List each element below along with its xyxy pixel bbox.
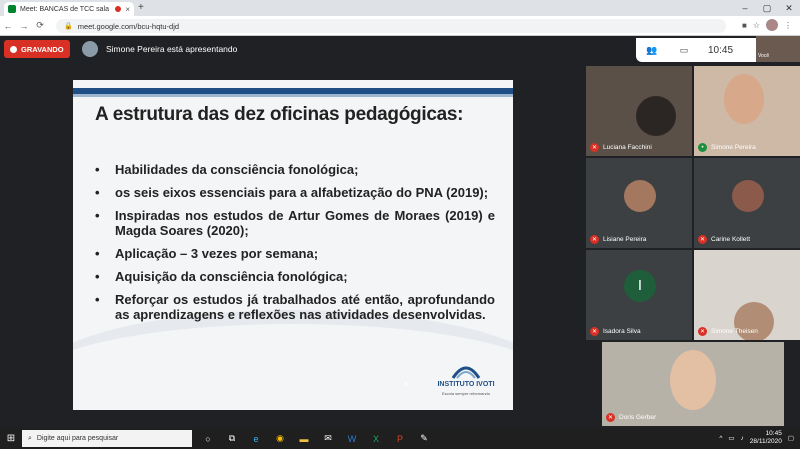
- reload-icon[interactable]: ⟳: [32, 20, 48, 31]
- meet-header: GRAVANDO Simone Pereira está apresentand…: [0, 36, 800, 64]
- participant-tile[interactable]: ✕ Simone Theisen: [694, 250, 800, 340]
- cortana-icon[interactable]: ○: [198, 431, 218, 446]
- meeting-clock: 10:45: [708, 44, 734, 56]
- camera-icon[interactable]: ■: [742, 21, 747, 30]
- address-bar[interactable]: 🔒 meet.google.com/bcu-hqtu-djd: [56, 19, 726, 33]
- slide-bullet: • Aquisição da consciência fonológica;: [95, 269, 348, 284]
- participant-grid: ✕ Luciana Facchini • Simone Pereira ✕ Lisia…: [586, 64, 800, 428]
- window-close-button[interactable]: ✕: [778, 0, 800, 16]
- menu-icon[interactable]: ⋮: [784, 21, 792, 30]
- participant-initial: I: [624, 270, 656, 302]
- lock-icon: 🔒: [64, 23, 73, 30]
- browser-toolbar: ← → ⟳ 🔒 meet.google.com/bcu-hqtu-djd ■ ☆…: [0, 16, 800, 36]
- presenter-avatar: [82, 41, 98, 57]
- participant-name: Simone Pereira: [711, 144, 756, 151]
- participant-avatar: [732, 180, 764, 212]
- bookmark-star-icon[interactable]: ☆: [753, 21, 760, 30]
- participant-avatar: [624, 180, 656, 212]
- word-icon[interactable]: W: [342, 431, 362, 446]
- participant-tile[interactable]: ✕ Doris Gerber: [602, 342, 784, 426]
- participants-icon[interactable]: 👥: [636, 45, 668, 56]
- slide-header-accent: [73, 94, 513, 97]
- slide-title: A estrutura das dez oficinas pedagógicas…: [95, 104, 464, 125]
- mic-on-icon: •: [698, 143, 707, 152]
- window-minimize-button[interactable]: –: [734, 0, 756, 16]
- taskbar-clock[interactable]: 10:45 28/11/2020: [750, 430, 782, 446]
- task-view-icon[interactable]: ⧉: [222, 431, 242, 446]
- window-maximize-button[interactable]: ▢: [756, 0, 778, 16]
- participant-video: [636, 96, 676, 136]
- recording-label: GRAVANDO: [21, 44, 64, 54]
- mic-off-icon: ✕: [698, 327, 707, 336]
- slide-bullet: • os seis eixos essenciais para a alfabet…: [95, 185, 489, 200]
- taskbar-date: 28/11/2020: [749, 438, 782, 445]
- new-tab-button[interactable]: +: [138, 2, 144, 13]
- participant-tile[interactable]: ✕ Lisiane Pereira: [586, 158, 692, 248]
- logo-wave-icon: [451, 366, 481, 379]
- profile-avatar[interactable]: [766, 19, 778, 31]
- participant-name: Doris Gerber: [619, 414, 657, 421]
- slide-bullet-list: • Habilidades da consciência fonológica; …: [95, 162, 495, 330]
- participant-name: Luciana Facchini: [603, 144, 652, 151]
- participant-video: [670, 350, 716, 410]
- participant-video: [724, 74, 764, 124]
- presentation-slide: A estrutura das dez oficinas pedagógicas…: [73, 80, 513, 410]
- mail-icon[interactable]: ✉: [318, 431, 338, 446]
- windows-taskbar: ⊞ ⌕ Digite aqui para pesquisar ○ ⧉ e ◉ ▬…: [0, 428, 800, 449]
- taskbar-time: 10:45: [765, 430, 782, 437]
- powerpoint-icon[interactable]: P: [390, 431, 410, 446]
- notifications-icon[interactable]: ▢: [788, 434, 794, 442]
- presenter-status: Simone Pereira está apresentando: [106, 44, 238, 54]
- chrome-icon[interactable]: ◉: [270, 431, 290, 446]
- browser-tab-bar: Meet: BANCAS de TCC sala × + – ▢ ✕: [0, 0, 800, 16]
- search-icon: ⌕: [28, 434, 32, 442]
- mic-off-icon: ✕: [606, 413, 615, 422]
- forward-icon[interactable]: →: [16, 21, 32, 31]
- mouse-cursor-icon: ↖: [403, 380, 411, 390]
- mic-off-icon: ✕: [590, 143, 599, 152]
- participant-name: Isadora Silva: [603, 328, 641, 335]
- network-icon[interactable]: ▭: [728, 434, 734, 442]
- back-icon[interactable]: ←: [0, 21, 16, 31]
- browser-tab[interactable]: Meet: BANCAS de TCC sala ×: [4, 2, 134, 16]
- participant-name: Simone Theisen: [711, 328, 758, 335]
- volume-icon[interactable]: ♪: [741, 435, 744, 442]
- mic-off-icon: ✕: [698, 235, 707, 244]
- paint-icon[interactable]: ✎: [414, 431, 434, 446]
- participant-name: Carine Kollett: [711, 236, 751, 243]
- slide-bullet: • Inspiradas nos estudos de Artur Gomes d…: [95, 208, 495, 238]
- chat-icon[interactable]: ▭: [668, 45, 700, 56]
- tray-chevron-icon[interactable]: ^: [719, 435, 722, 442]
- slide-bullet: • Habilidades da consciência fonológica;: [95, 162, 359, 177]
- url-text: meet.google.com/bcu-hqtu-djd: [77, 21, 180, 31]
- file-explorer-icon[interactable]: ▬: [294, 431, 314, 446]
- edge-icon[interactable]: e: [246, 431, 266, 446]
- logo-tagline: Escola sempre reformando: [441, 391, 491, 396]
- recording-button[interactable]: GRAVANDO: [4, 40, 70, 58]
- instituto-ivoti-logo: INSTITUTO IVOTI Escola sempre reformando: [433, 362, 499, 402]
- tab-title: Meet: BANCAS de TCC sala: [20, 5, 109, 13]
- windows-start-icon[interactable]: ⊞: [0, 433, 22, 444]
- slide-bullet: • Reforçar os estudos já trabalhados até …: [95, 292, 495, 322]
- taskbar-search[interactable]: ⌕ Digite aqui para pesquisar: [22, 430, 192, 447]
- search-placeholder: Digite aqui para pesquisar: [36, 435, 119, 442]
- meet-favicon-icon: [8, 5, 16, 13]
- slide-bullet: • Aplicação – 3 vezes por semana;: [95, 246, 319, 261]
- participant-tile[interactable]: • Simone Pereira: [694, 66, 800, 156]
- mic-off-icon: ✕: [590, 327, 599, 336]
- record-dot-icon: [10, 45, 17, 53]
- logo-name: INSTITUTO IVOTI: [437, 381, 495, 388]
- self-view-label: Você: [758, 53, 770, 59]
- mic-off-icon: ✕: [590, 235, 599, 244]
- participant-tile[interactable]: I ✕ Isadora Silva: [586, 250, 692, 340]
- tab-close-button[interactable]: ×: [125, 5, 130, 14]
- participant-name: Lisiane Pereira: [603, 236, 647, 243]
- participant-tile[interactable]: ✕ Carine Kollett: [694, 158, 800, 248]
- participant-tile[interactable]: ✕ Luciana Facchini: [586, 66, 692, 156]
- recording-indicator-icon: [115, 6, 122, 12]
- excel-icon[interactable]: X: [366, 431, 386, 446]
